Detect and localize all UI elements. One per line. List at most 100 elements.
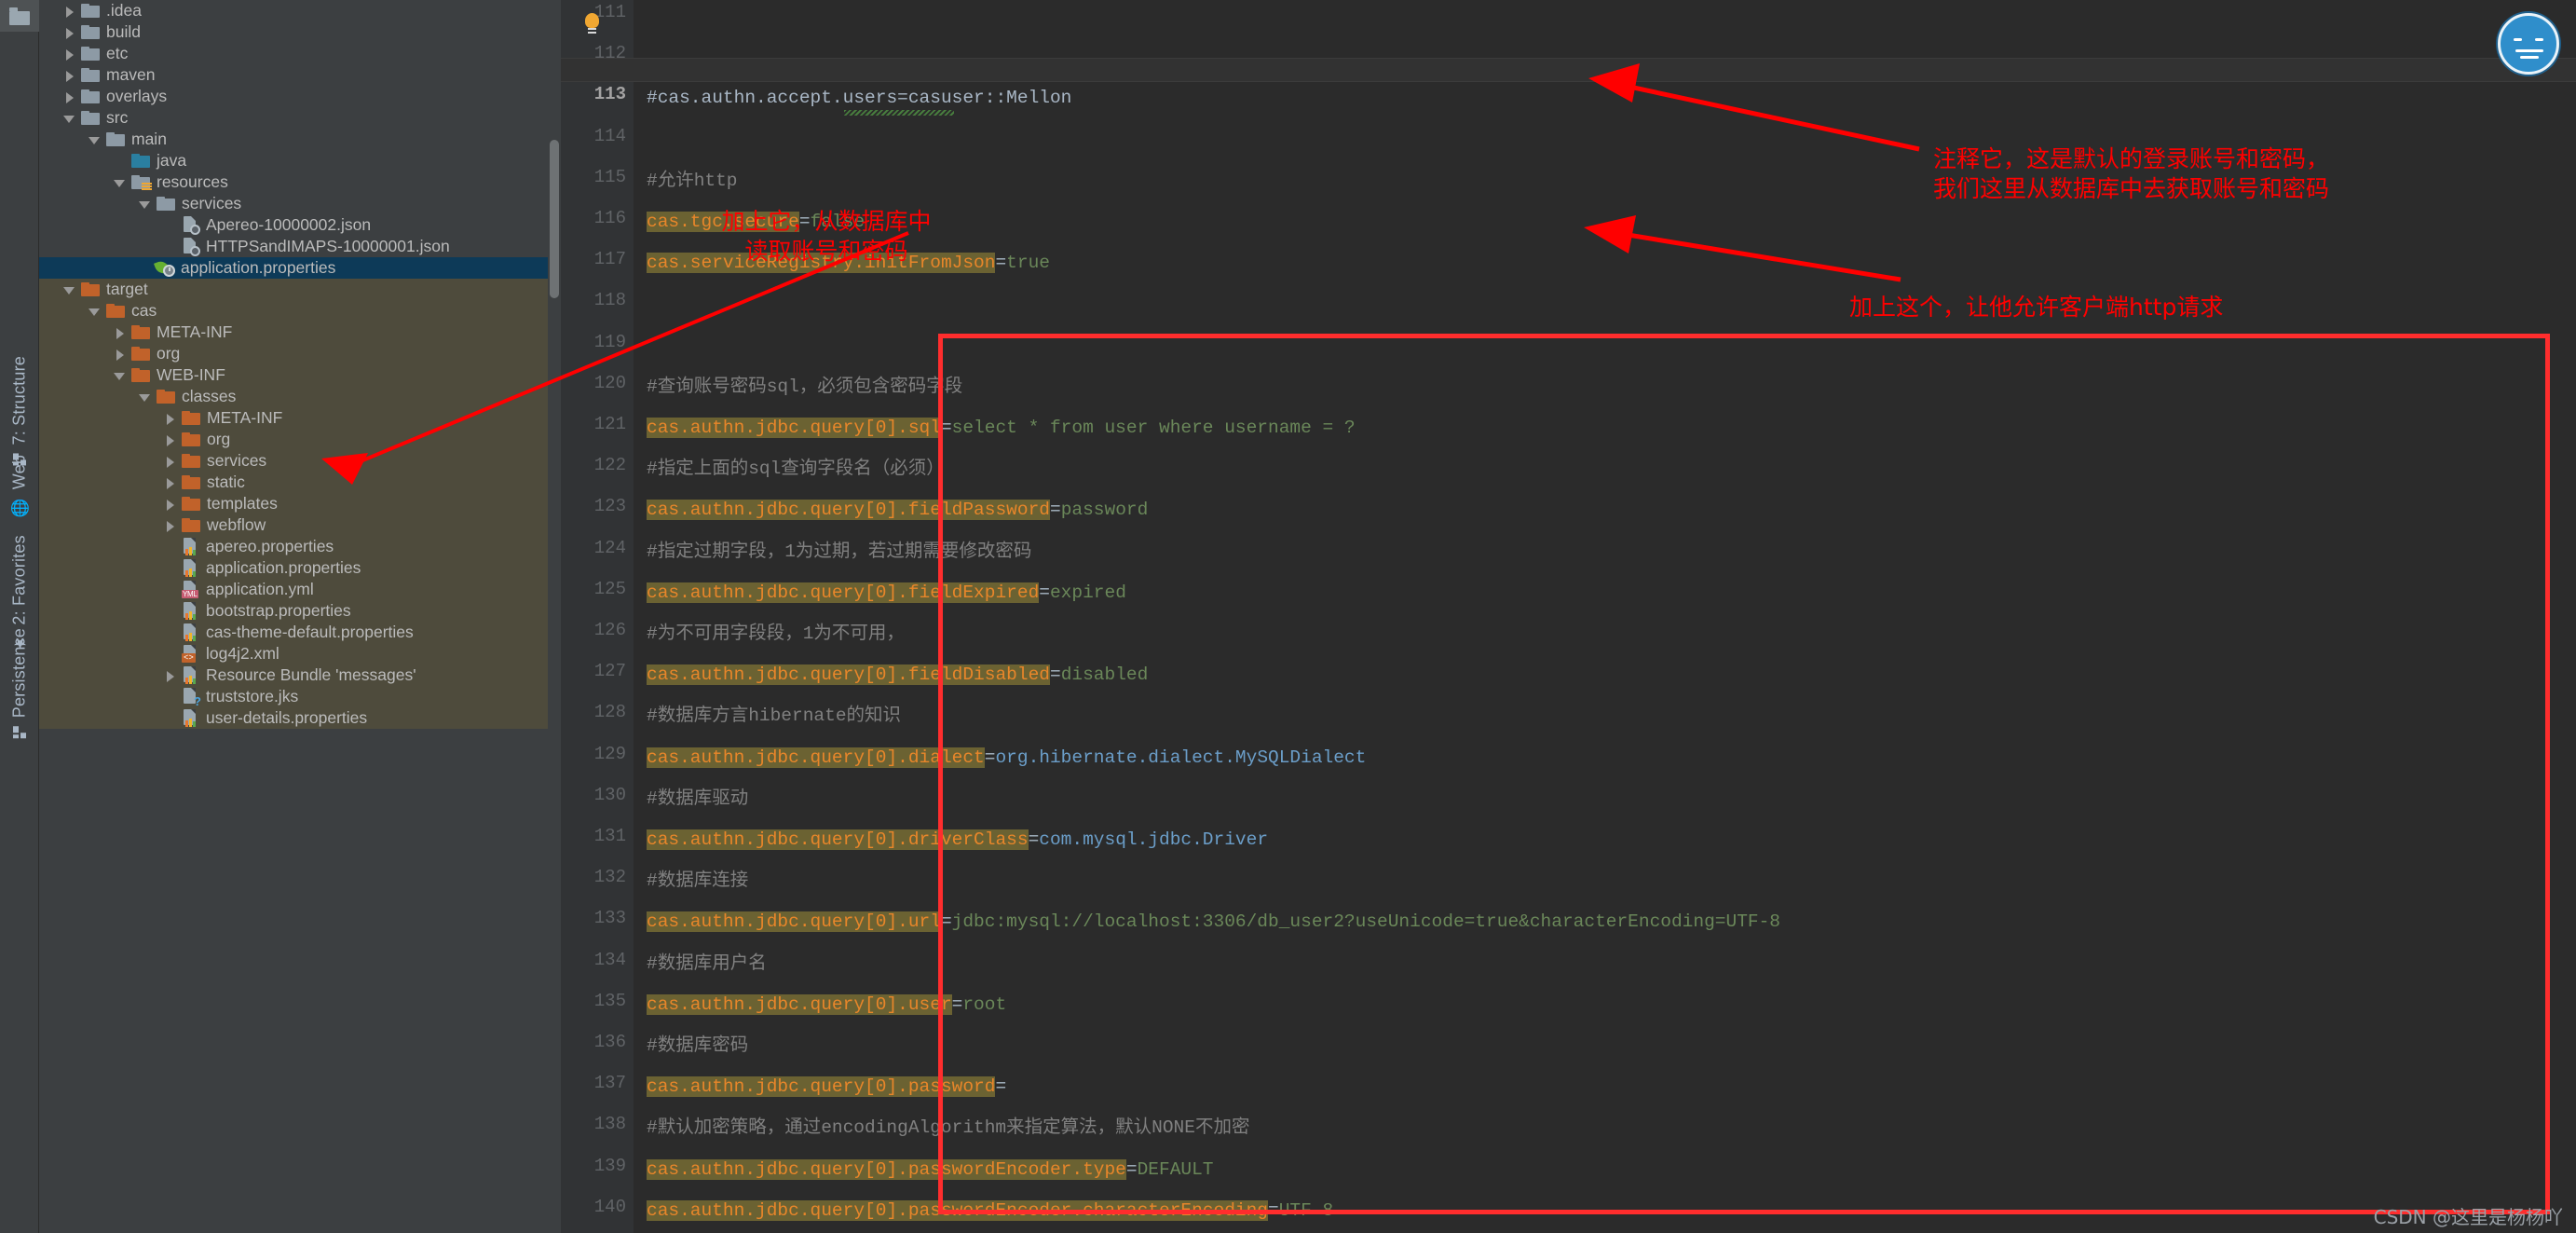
tree-item-label: maven xyxy=(106,65,156,84)
tree-item-build[interactable]: build xyxy=(39,21,548,43)
tree-item-webflow[interactable]: webflow xyxy=(39,514,548,536)
chevron-right-icon[interactable] xyxy=(164,519,177,532)
chevron-down-icon[interactable] xyxy=(89,305,102,318)
code-line-120[interactable]: #查询账号密码sql，必须包含密码字段 xyxy=(647,376,962,398)
tree-item-meta-inf[interactable]: META-INF xyxy=(39,322,548,343)
chevron-right-icon[interactable] xyxy=(164,498,177,511)
code-line-127[interactable]: cas.authn.jdbc.query[0].fieldDisabled=di… xyxy=(647,664,1148,686)
chevron-down-icon[interactable] xyxy=(63,112,76,125)
tree-item-apereo-10000002-json[interactable]: Apereo-10000002.json xyxy=(39,214,548,236)
code-line-131[interactable]: cas.authn.jdbc.query[0].driverClass=com.… xyxy=(647,829,1268,851)
chevron-right-icon[interactable] xyxy=(63,69,76,82)
tree-item-maven[interactable]: maven xyxy=(39,64,548,86)
tree-item-services[interactable]: services xyxy=(39,450,548,472)
tree-item-label: src xyxy=(106,108,129,127)
chevron-down-icon[interactable] xyxy=(114,176,127,189)
chevron-right-icon[interactable] xyxy=(114,348,127,361)
tree-item-user-details-properties[interactable]: user-details.properties xyxy=(39,707,548,729)
code-line-130[interactable]: #数据库驱动 xyxy=(647,788,748,810)
chevron-down-icon[interactable] xyxy=(139,390,152,404)
sidebar-item-web[interactable]: 🌐 Web xyxy=(0,449,39,523)
avatar[interactable] xyxy=(2498,13,2559,75)
folder-grey-icon xyxy=(81,111,100,125)
tree-item-truststore-jks[interactable]: ? truststore.jks xyxy=(39,686,548,707)
chevron-right-icon[interactable] xyxy=(164,669,177,682)
tree-item-overlays[interactable]: overlays xyxy=(39,86,548,107)
sidebar-item-persistence[interactable]: Persistence xyxy=(0,623,39,744)
code-token: cas.authn.jdbc.query[0].driverClass xyxy=(647,829,1029,850)
code-line-123[interactable]: cas.authn.jdbc.query[0].fieldPassword=pa… xyxy=(647,499,1148,521)
tree-item-etc[interactable]: etc xyxy=(39,43,548,64)
code-token: select * from user where username = ? xyxy=(951,418,1356,438)
chevron-right-icon[interactable] xyxy=(63,26,76,39)
code-line-140[interactable]: cas.authn.jdbc.query[0].passwordEncoder.… xyxy=(647,1199,1333,1222)
tree-item-application-properties[interactable]: application.properties xyxy=(39,557,548,579)
editor-left-scrollbar[interactable] xyxy=(548,0,561,1233)
code-line-115[interactable]: #允许http xyxy=(647,170,738,192)
chevron-right-icon[interactable] xyxy=(164,412,177,425)
tree-item-idea[interactable]: .idea xyxy=(39,0,548,21)
code-line-136[interactable]: #数据库密码 xyxy=(647,1034,748,1057)
code-token: = xyxy=(1049,500,1061,521)
code-line-135[interactable]: cas.authn.jdbc.query[0].user=root xyxy=(647,993,1006,1016)
tree-item-target[interactable]: target xyxy=(39,279,548,300)
chevron-down-icon[interactable] xyxy=(114,369,127,382)
chevron-down-icon[interactable] xyxy=(139,198,152,211)
code-line-122[interactable]: #指定上面的sql查询字段名（必须） xyxy=(647,458,945,480)
tree-item-org[interactable]: org xyxy=(39,343,548,364)
chevron-right-icon[interactable] xyxy=(164,433,177,446)
code-line-124[interactable]: #指定过期字段，1为过期，若过期需要修改密码 xyxy=(647,541,1031,563)
code-line-138[interactable]: #默认加密策略，通过encodingAlgorithm来指定算法，默认NONE不… xyxy=(647,1117,1249,1139)
tree-item-services[interactable]: services xyxy=(39,193,548,214)
tree-item-resource-bundle-messages[interactable]: Resource Bundle 'messages' xyxy=(39,664,548,686)
tree-item-apereo-properties[interactable]: apereo.properties xyxy=(39,536,548,557)
project-tree[interactable]: .idea build etc maven overlays src main java res… xyxy=(39,0,548,1233)
code-token: = xyxy=(951,993,963,1015)
tree-item-application-yml[interactable]: YML application.yml xyxy=(39,579,548,600)
chevron-right-icon[interactable] xyxy=(164,476,177,489)
chevron-down-icon[interactable] xyxy=(89,133,102,146)
code-line-139[interactable]: cas.authn.jdbc.query[0].passwordEncoder.… xyxy=(647,1158,1214,1181)
code-line-133[interactable]: cas.authn.jdbc.query[0].url=jdbc:mysql:/… xyxy=(647,911,1780,933)
tree-item-log4j2-xml[interactable]: <> log4j2.xml xyxy=(39,643,548,664)
code-line-125[interactable]: cas.authn.jdbc.query[0].fieldExpired=exp… xyxy=(647,582,1126,604)
tree-item-java[interactable]: java xyxy=(39,150,548,171)
chevron-down-icon[interactable] xyxy=(63,283,76,296)
tree-item-classes[interactable]: classes xyxy=(39,386,548,407)
tree-item-resources[interactable]: resources xyxy=(39,171,548,193)
folder-orange-icon xyxy=(157,390,175,404)
tree-item-org[interactable]: org xyxy=(39,429,548,450)
tree-item-web-inf[interactable]: WEB-INF xyxy=(39,364,548,386)
tree-item-cas-theme-default-properties[interactable]: cas-theme-default.properties xyxy=(39,622,548,643)
chevron-right-icon[interactable] xyxy=(63,5,76,18)
code-line-137[interactable]: cas.authn.jdbc.query[0].password= xyxy=(647,1075,1006,1098)
tree-item-cas[interactable]: cas xyxy=(39,300,548,322)
tree-item-templates[interactable]: templates xyxy=(39,493,548,514)
code-line-121[interactable]: cas.authn.jdbc.query[0].sql=select * fro… xyxy=(647,417,1356,439)
tree-item-bootstrap-properties[interactable]: bootstrap.properties xyxy=(39,600,548,622)
tree-item-meta-inf[interactable]: META-INF xyxy=(39,407,548,429)
spellcheck-squiggle xyxy=(844,110,954,116)
scrollbar-thumb[interactable] xyxy=(550,140,559,298)
tree-item-main[interactable]: main xyxy=(39,129,548,150)
chevron-right-icon[interactable] xyxy=(164,455,177,468)
tree-item-static[interactable]: static xyxy=(39,472,548,493)
project-tool-icon[interactable] xyxy=(0,0,39,32)
tree-item-src[interactable]: src xyxy=(39,107,548,129)
chevron-right-icon[interactable] xyxy=(63,90,76,103)
line-number: 128 xyxy=(593,702,626,723)
tree-item-httpsandimaps-10000001-json[interactable]: HTTPSandIMAPS-10000001.json xyxy=(39,236,548,257)
code-line-132[interactable]: #数据库连接 xyxy=(647,870,748,892)
code-line-128[interactable]: #数据库方言hibernate的知识 xyxy=(647,705,901,727)
code-token: #默认加密策略，通过encodingAlgorithm来指定算法，默认NONE不… xyxy=(647,1117,1250,1139)
lightbulb-intention-icon[interactable] xyxy=(583,13,601,35)
chevron-right-icon[interactable] xyxy=(114,326,127,339)
code-line-126[interactable]: #为不可用字段段，1为不可用， xyxy=(647,623,905,645)
code-line-129[interactable]: cas.authn.jdbc.query[0].dialect=org.hibe… xyxy=(647,747,1366,769)
tree-item-application-properties[interactable]: application.properties xyxy=(39,257,548,279)
code-line-113[interactable]: #cas.authn.accept.users=casuser::Mellon xyxy=(647,87,1071,109)
code-line-134[interactable]: #数据库用户名 xyxy=(647,952,767,975)
chevron-right-icon[interactable] xyxy=(63,48,76,61)
